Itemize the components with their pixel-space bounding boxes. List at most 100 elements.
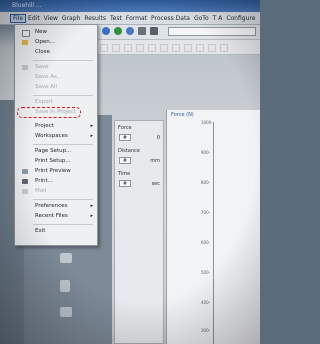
menu-item-project[interactable]: Project ▸ xyxy=(15,122,97,131)
save-icon xyxy=(22,65,28,70)
menu-process-data[interactable]: Process Data xyxy=(149,15,192,22)
menu-item-print-preview[interactable]: Print Preview xyxy=(15,167,97,176)
menu-item-label: Recent Files xyxy=(35,213,68,219)
graph-title: Force (N) xyxy=(171,112,194,118)
menu-item-preferences[interactable]: Preferences ▸ xyxy=(15,202,97,211)
menu-item-workspaces[interactable]: Workspaces ▸ xyxy=(15,132,97,141)
new-document-icon xyxy=(22,30,30,37)
menu-test[interactable]: Test xyxy=(108,15,124,22)
y-tick-label: 500- xyxy=(201,270,211,275)
print-preview-icon xyxy=(22,169,28,174)
menu-item-exit[interactable]: Exit xyxy=(15,227,97,236)
menu-item-label: Save As... xyxy=(35,74,63,80)
window-title: Bluehill ... xyxy=(12,2,42,9)
y-tick-label: 300- xyxy=(201,328,211,333)
menu-item-close[interactable]: Close xyxy=(15,48,97,57)
menu-separator xyxy=(33,224,93,225)
y-tick-label: 600- xyxy=(201,240,211,245)
menu-file[interactable]: File xyxy=(10,13,27,23)
menu-item-label: Project xyxy=(35,123,54,129)
live-display-panel: Force # 0 Distance # mm Time # sec xyxy=(114,120,164,344)
time-unit: sec xyxy=(151,181,160,187)
menu-item-label: Exit xyxy=(35,228,46,234)
toolbar-button-icon[interactable] xyxy=(160,44,168,52)
menu-item-label: Workspaces xyxy=(35,133,68,139)
printer-icon xyxy=(22,179,28,184)
play-icon[interactable] xyxy=(114,27,122,35)
menu-separator xyxy=(33,60,93,61)
y-tick-label: 700- xyxy=(201,210,211,215)
toolbar-button-icon[interactable] xyxy=(208,44,216,52)
menu-graph[interactable]: Graph xyxy=(60,15,82,22)
menu-item-save-all: Save All xyxy=(15,83,97,92)
force-reset-button[interactable]: # xyxy=(119,134,131,141)
menu-item-label: Save xyxy=(35,64,49,70)
wizard-icon[interactable] xyxy=(150,27,158,35)
y-axis xyxy=(213,122,214,344)
time-label: Time xyxy=(118,171,131,177)
distance-reset-button[interactable]: # xyxy=(119,157,131,164)
menu-configure[interactable]: Configure xyxy=(224,15,257,22)
menu-item-label: Print Preview xyxy=(35,168,71,174)
file-menu-dropdown: New Open... Close Save Save As... Save A… xyxy=(14,24,98,246)
menu-item-label: Page Setup... xyxy=(35,148,72,154)
project-highlight-annotation xyxy=(17,107,81,118)
menu-item-page-setup[interactable]: Page Setup... xyxy=(15,147,97,156)
distance-unit: mm xyxy=(150,158,160,164)
menu-item-print[interactable]: Print... xyxy=(15,177,97,186)
submenu-arrow-icon: ▸ xyxy=(90,123,93,129)
toolbar-button-icon[interactable] xyxy=(124,44,132,52)
main-toolbar xyxy=(90,25,260,40)
open-folder-icon xyxy=(22,40,28,45)
menu-view[interactable]: View xyxy=(42,15,60,22)
menu-item-label: Close xyxy=(35,49,50,55)
toolbar-button-icon[interactable] xyxy=(136,44,144,52)
submenu-arrow-icon: ▸ xyxy=(90,213,93,219)
lock-icon[interactable] xyxy=(60,280,70,292)
window-title-bar: Bluehill ... xyxy=(0,0,260,12)
menu-item-save-as: Save As... xyxy=(15,73,97,82)
toolbar-button-icon[interactable] xyxy=(196,44,204,52)
force-value: 0 xyxy=(156,135,160,141)
menu-item-label: Preferences xyxy=(35,203,68,209)
menu-separator xyxy=(33,199,93,200)
toolbar-button-icon[interactable] xyxy=(220,44,228,52)
menu-item-save: Save xyxy=(15,63,97,72)
y-tick-label: 800- xyxy=(201,180,211,185)
menu-item-recent-files[interactable]: Recent Files ▸ xyxy=(15,212,97,221)
menu-goto[interactable]: GoTo xyxy=(192,15,211,22)
menu-item-label: Export xyxy=(35,99,54,105)
menu-item-mail: Mail xyxy=(15,187,97,196)
menu-item-open[interactable]: Open... xyxy=(15,38,97,47)
y-tick-label: 400- xyxy=(201,300,211,305)
screen-photo: Bluehill ... File Edit View Graph Result… xyxy=(0,0,260,344)
menu-format[interactable]: Format xyxy=(124,15,149,22)
toolbar-button-icon[interactable] xyxy=(184,44,192,52)
menu-results[interactable]: Results xyxy=(82,15,108,22)
secondary-toolbar xyxy=(90,40,260,55)
menu-item-label: Save All xyxy=(35,84,58,90)
toolbar-combo-box[interactable] xyxy=(168,27,256,36)
menu-item-label: New xyxy=(35,29,47,35)
help-icon[interactable] xyxy=(126,27,134,35)
menu-item-label: Print... xyxy=(35,178,53,184)
submenu-arrow-icon: ▸ xyxy=(90,133,93,139)
toolbar-button-icon[interactable] xyxy=(100,44,108,52)
pointer-help-icon[interactable] xyxy=(138,27,146,35)
refresh-icon[interactable] xyxy=(102,27,110,35)
menu-item-print-setup[interactable]: Print Setup... xyxy=(15,157,97,166)
mail-icon xyxy=(22,189,28,194)
toolbar-button-icon[interactable] xyxy=(172,44,180,52)
menu-ta[interactable]: T A xyxy=(211,15,225,22)
toolbar-button-icon[interactable] xyxy=(148,44,156,52)
nav-icon[interactable] xyxy=(60,307,72,317)
menu-item-label: Mail xyxy=(35,188,47,194)
menu-item-new[interactable]: New xyxy=(15,28,97,37)
time-reset-button[interactable]: # xyxy=(119,180,131,187)
menu-edit[interactable]: Edit xyxy=(26,15,42,22)
force-label: Force xyxy=(118,125,132,131)
toolbar-button-icon[interactable] xyxy=(112,44,120,52)
submenu-arrow-icon: ▸ xyxy=(90,203,93,209)
nav-icon[interactable] xyxy=(60,253,72,263)
y-tick-label: 1000- xyxy=(201,120,213,125)
